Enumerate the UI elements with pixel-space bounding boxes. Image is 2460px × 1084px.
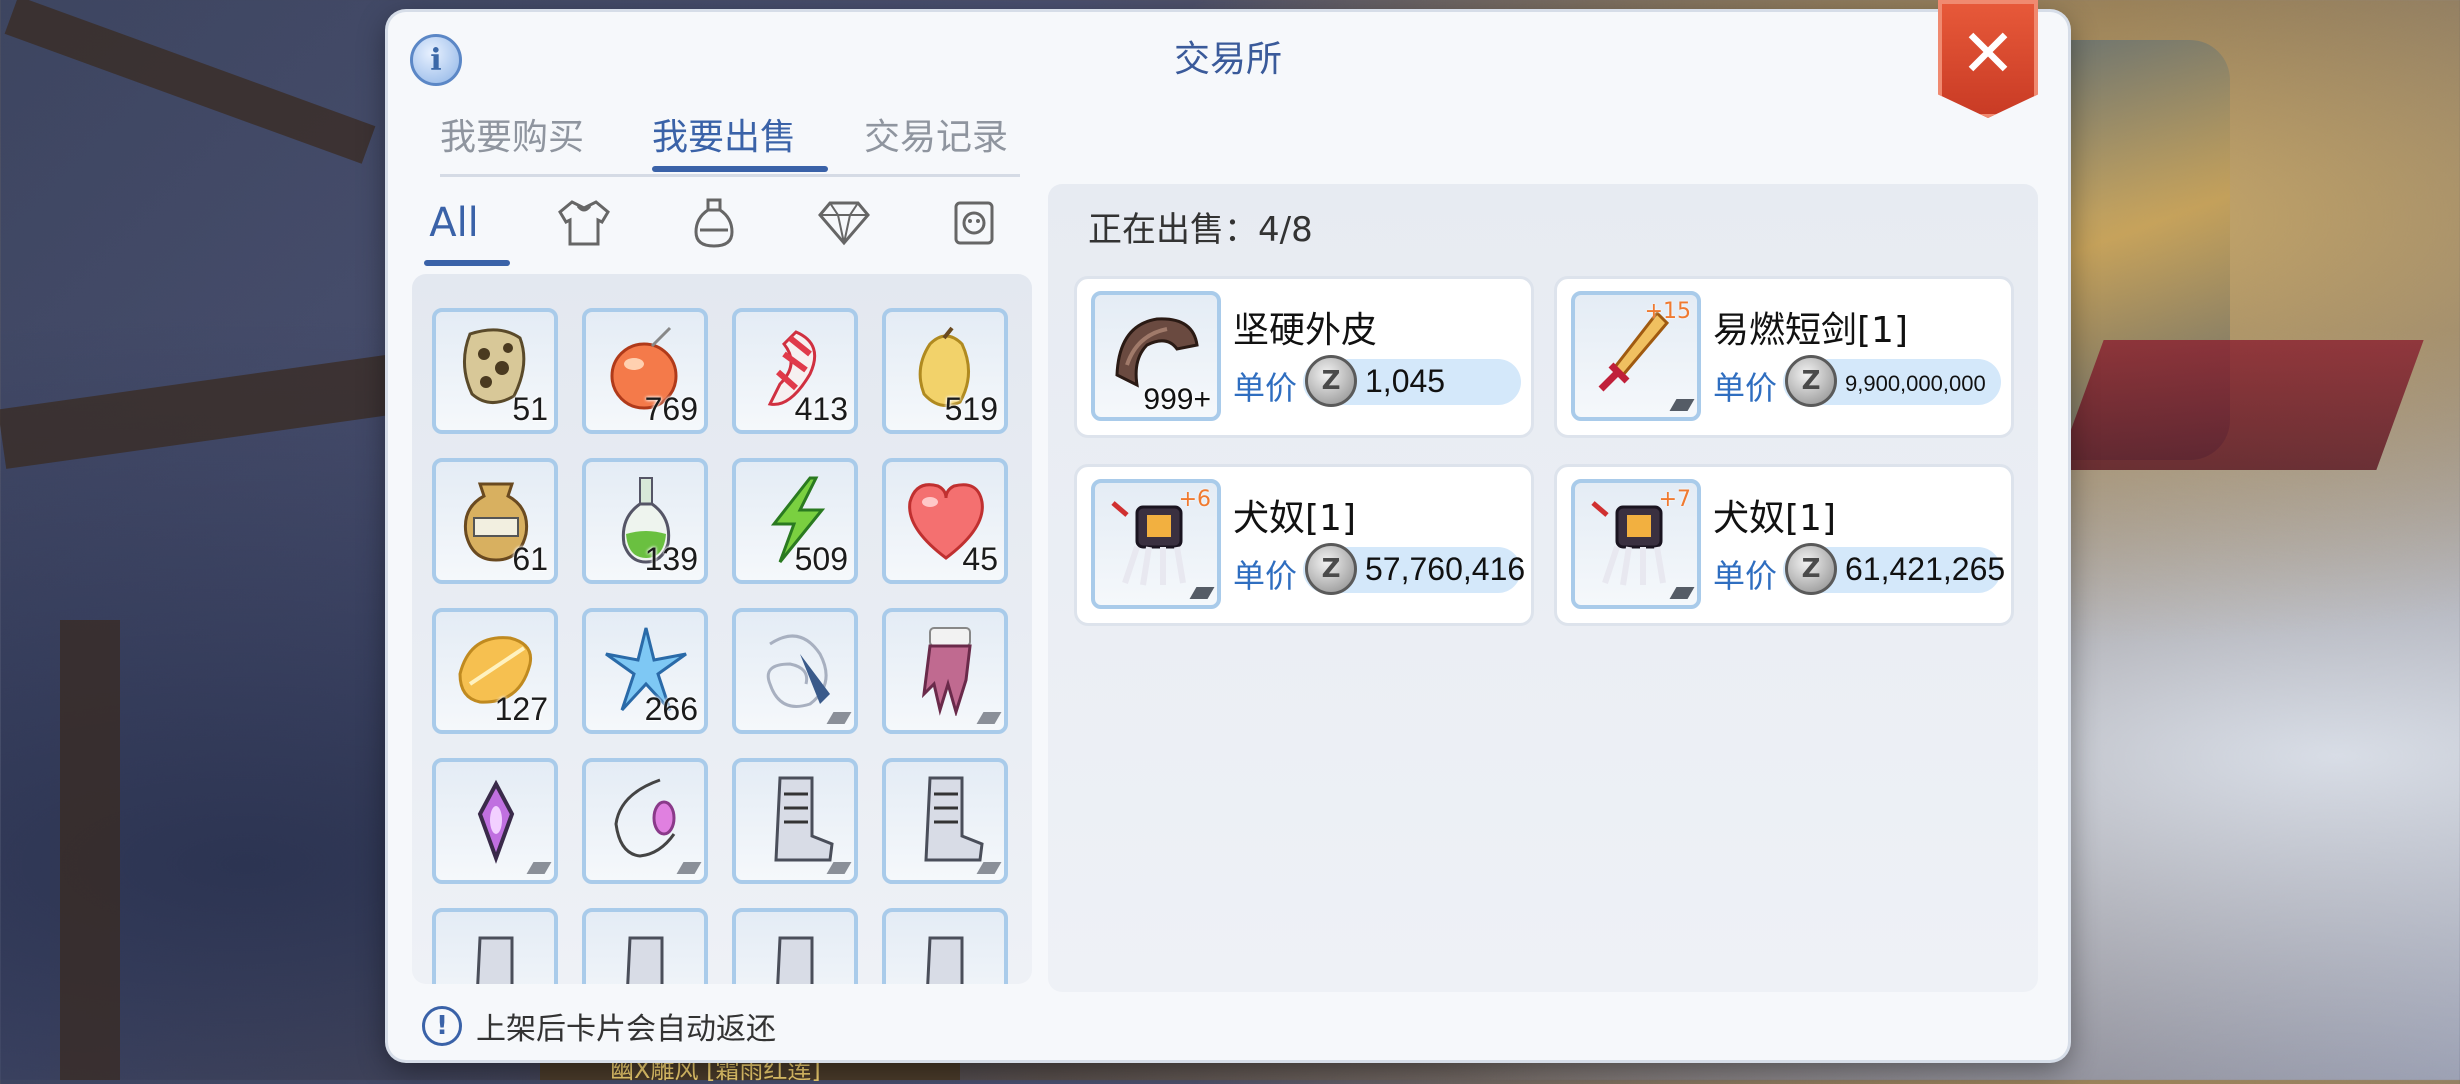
listing-name: 犬奴[1] [1713,498,1836,539]
listing-card[interactable]: +7 犬奴[1] 单价 Z 61,421,265 [1554,464,2014,626]
inventory-slot[interactable] [732,608,858,734]
inventory-slot[interactable] [882,758,1008,884]
item-quantity: 45 [962,541,998,577]
boots-item-icon [924,776,984,862]
inventory-slot[interactable] [882,608,1008,734]
refine-level: +15 [1644,299,1691,324]
item-quantity: 509 [794,541,848,577]
main-tabs: 我要购买 我要出售 交易记录 [440,90,1020,177]
exchange-panel: i 交易所 ✕ 我要购买 我要出售 交易记录 All 51 769 413 51… [388,0,2068,1060]
tip: ! 上架后卡片会自动返还 [422,1002,776,1050]
gem-icon[interactable] [804,188,884,258]
listing-card[interactable]: 999+ 坚硬外皮 单价 Z 1,045 [1074,276,1534,438]
listing-price: 9,900,000,000 [1845,371,1986,396]
listing-thumb: +6 [1091,479,1221,609]
inventory-slot[interactable] [882,908,1008,984]
tab-sell[interactable]: 我要出售 [652,108,796,160]
listing-thumb: +15 [1571,291,1701,421]
inventory-slot[interactable] [432,758,558,884]
tip-text: 上架后卡片会自动返还 [476,1012,776,1047]
fish-item-icon [766,634,830,708]
zeny-coin-icon: Z [1785,355,1837,407]
category-all[interactable]: All [414,188,494,258]
listing-card[interactable]: +15 易燃短剑[1] 单价 Z 9,900,000,000 [1554,276,2014,438]
background-beam [60,620,120,1080]
boots-item-icon [774,776,834,862]
tab-buy[interactable]: 我要购买 [440,108,584,160]
price-label: 单价 [1713,369,1778,407]
inventory-slot[interactable]: 139 [582,458,708,584]
inventory-slot[interactable]: 519 [882,308,1008,434]
item-quantity: 266 [644,691,698,727]
background-carpet [2056,340,2424,470]
listing-name: 坚硬外皮 [1233,310,1378,351]
background-beam [0,351,423,469]
listing-name: 犬奴[1] [1233,498,1356,539]
price-label: 单价 [1233,369,1298,407]
listing-thumb: +7 [1571,479,1701,609]
inventory-slot[interactable]: 61 [432,458,558,584]
close-button[interactable]: ✕ [1938,0,2038,118]
exclamation-icon: ! [422,1006,462,1046]
boots-item-icon [626,936,664,984]
inventory-slot[interactable]: 127 [432,608,558,734]
background-beam [4,0,376,164]
zeny-coin-icon: Z [1785,543,1837,595]
boots-item-icon [926,936,964,984]
item-quantity: 51 [512,391,548,427]
category-bar: All [404,182,1024,266]
glove-item-icon [921,627,972,716]
inventory-slot[interactable]: 266 [582,608,708,734]
item-quantity: 127 [494,691,548,727]
price-label: 单价 [1233,557,1298,595]
inventory-slot[interactable] [732,758,858,884]
zeny-coin-icon: Z [1305,543,1357,595]
zeny-coin-icon: Z [1305,355,1357,407]
background-nameplate: 幽X雕风 [霜雨红莲] [540,1058,960,1082]
listing-quantity: 999+ [1143,383,1211,416]
item-quantity: 519 [944,391,998,427]
inventory-slot[interactable]: 413 [732,308,858,434]
category-indicator [424,260,510,266]
selling-panel: 正在出售：4/8 999+ 坚硬外皮 单价 Z 1,045 +15 易燃短剑[1… [1048,184,2038,992]
inventory-slot[interactable] [582,908,708,984]
item-quantity: 769 [644,391,698,427]
card-icon[interactable] [934,188,1014,258]
active-tab-indicator [652,166,828,172]
inventory-slot[interactable]: 45 [882,458,1008,584]
inventory-slot[interactable] [432,908,558,984]
boots-item-icon [476,936,514,984]
refine-level: +6 [1178,487,1211,512]
inventory-slot[interactable]: 509 [732,458,858,584]
tab-history[interactable]: 交易记录 [864,108,1008,160]
refine-level: +7 [1658,487,1691,512]
boots-item-icon [776,936,814,984]
selling-count: 正在出售：4/8 [1088,210,1313,250]
listing-thumb: 999+ [1091,291,1221,421]
inventory-slot[interactable] [732,908,858,984]
listing-card[interactable]: +6 犬奴[1] 单价 Z 57,760,416 [1074,464,1534,626]
inventory-slot[interactable]: 51 [432,308,558,434]
item-quantity: 413 [794,391,848,427]
panel-title: 交易所 [1173,39,1282,80]
item-quantity: 139 [644,541,698,577]
potion-icon[interactable] [674,188,754,258]
inventory-slot[interactable] [582,758,708,884]
listing-name: 易燃短剑[1] [1713,310,1908,351]
armor-icon[interactable] [544,188,624,258]
listing-price: 1,045 [1365,363,1446,399]
price-label: 单价 [1713,557,1778,595]
listing-price: 57,760,416 [1365,551,1526,587]
amulet-item-icon [477,779,515,864]
inventory-slot[interactable]: 769 [582,308,708,434]
inventory-grid: 51 769 413 519 61 139 509 45 127 266 [412,274,1032,984]
necklace-item-icon [614,778,676,858]
item-quantity: 61 [512,541,548,577]
listing-price: 61,421,265 [1845,551,2006,587]
